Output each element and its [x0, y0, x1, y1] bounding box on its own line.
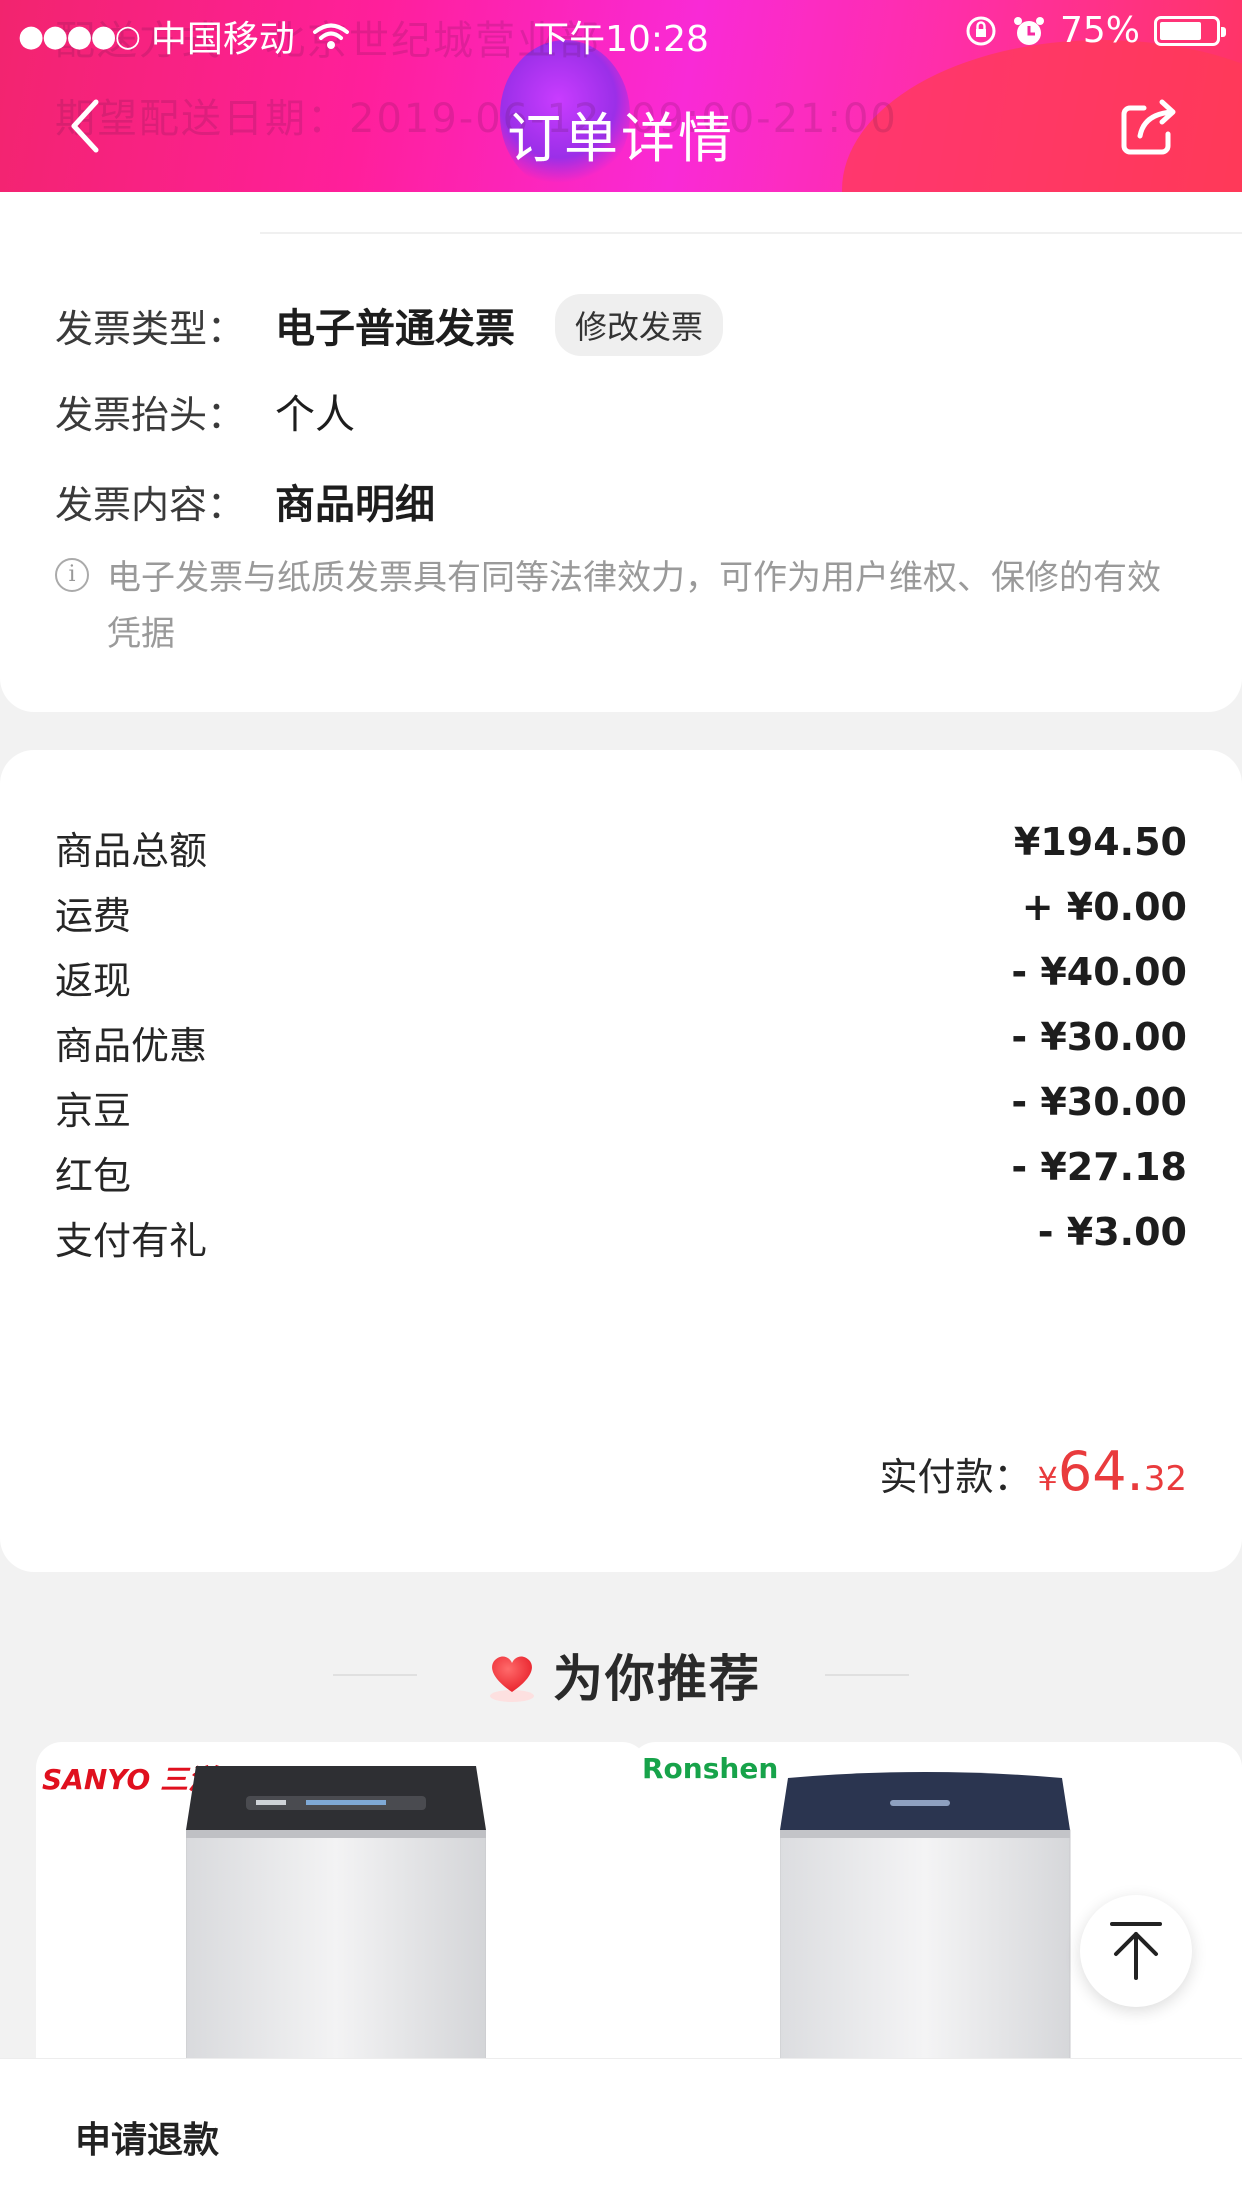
- invoice-type-row: 发票类型： 电子普通发票 修改发票: [55, 294, 724, 356]
- total-label: 实付款：: [879, 1455, 1032, 1499]
- battery-level: [1160, 21, 1201, 40]
- divider: [825, 1674, 909, 1676]
- price-label: 运费: [55, 894, 132, 938]
- price-card: 商品总额 ¥194.50 运费 + ¥0.00 返现 - ¥40.00 商品优惠…: [0, 750, 1242, 1572]
- price-row: 返现 - ¥40.00: [55, 950, 1187, 1005]
- divider: [260, 232, 1242, 234]
- price-amount: - ¥30.00: [1011, 1080, 1187, 1124]
- price-label: 返现: [55, 959, 132, 1003]
- price-amount: - ¥3.00: [1037, 1210, 1187, 1254]
- nav-bar: 订单详情: [0, 70, 1242, 180]
- price-label: 红包: [55, 1154, 132, 1198]
- arrow-up-icon: [1110, 1922, 1162, 1980]
- battery-icon: [1154, 15, 1226, 46]
- total-paid: 实付款： ¥ 64. 32: [879, 1440, 1187, 1503]
- product-brand: Ronshen: [642, 1752, 779, 1785]
- invoice-notice-text: 电子发票与纸质发票具有同等法律效力，可作为用户维权、保修的有效凭据: [107, 558, 1161, 654]
- invoice-header-value: 个人: [275, 392, 355, 438]
- total-amount-decimal: 32: [1143, 1459, 1187, 1499]
- price-row: 支付有礼 - ¥3.00: [55, 1210, 1187, 1265]
- price-row: 红包 - ¥27.18: [55, 1145, 1187, 1200]
- alarm-icon: [1013, 16, 1044, 45]
- rotation-lock-icon: [966, 16, 996, 45]
- status-bar: ●●●●○ 中国移动 下午10:28 75%: [0, 0, 1242, 60]
- price-amount: - ¥40.00: [1011, 950, 1187, 994]
- price-row: 运费 + ¥0.00: [55, 885, 1187, 940]
- invoice-type-value: 电子普通发票: [275, 306, 515, 352]
- invoice-content-label: 发票内容：: [55, 482, 246, 527]
- price-label: 商品总额: [55, 829, 208, 873]
- total-currency: ¥: [1037, 1460, 1058, 1498]
- invoice-header-label: 发票抬头：: [55, 392, 246, 437]
- heart-icon: [490, 1656, 534, 1702]
- price-row: 商品优惠 - ¥30.00: [55, 1015, 1187, 1070]
- divider: [333, 1674, 417, 1676]
- price-amount: - ¥30.00: [1011, 1015, 1187, 1059]
- price-row: 京豆 - ¥30.00: [55, 1080, 1187, 1135]
- modify-invoice-button[interactable]: 修改发票: [555, 294, 724, 356]
- bottom-action-bar: 申请退款: [0, 2058, 1242, 2208]
- invoice-type-label: 发票类型：: [55, 306, 246, 351]
- price-amount: ¥194.50: [1013, 820, 1187, 864]
- price-row: 商品总额 ¥194.50: [55, 820, 1187, 875]
- header: 配送方式：北京世纪城营业部 期望配送日期：2019-06-12, 09:00-2…: [0, 0, 1242, 192]
- invoice-card: 发票类型： 电子普通发票 修改发票 发票抬头： 个人 发票内容： 商品明细 i …: [0, 192, 1242, 712]
- battery-percent: 75%: [1059, 10, 1140, 51]
- invoice-notice: i 电子发票与纸质发票具有同等法律效力，可作为用户维权、保修的有效凭据: [55, 550, 1185, 662]
- total-amount-integer: 64.: [1057, 1440, 1144, 1503]
- price-label: 商品优惠: [55, 1024, 208, 1068]
- apply-refund-button[interactable]: 申请退款: [75, 2111, 219, 2163]
- recommend-header: 为你推荐: [0, 1640, 1242, 1710]
- invoice-content-value: 商品明细: [275, 482, 435, 528]
- back-to-top-button[interactable]: [1080, 1895, 1192, 2007]
- page-title: 订单详情: [507, 107, 735, 170]
- price-amount: - ¥27.18: [1011, 1145, 1187, 1189]
- invoice-content-row: 发票内容： 商品明细: [55, 472, 435, 530]
- price-label: 支付有礼: [55, 1219, 208, 1263]
- price-label: 京豆: [55, 1089, 132, 1133]
- price-amount: + ¥0.00: [1021, 885, 1187, 929]
- share-icon[interactable]: [1116, 94, 1182, 160]
- recommend-title: 为你推荐: [553, 1650, 761, 1708]
- invoice-header-row: 发票抬头： 个人: [55, 382, 355, 440]
- info-icon: i: [55, 558, 89, 592]
